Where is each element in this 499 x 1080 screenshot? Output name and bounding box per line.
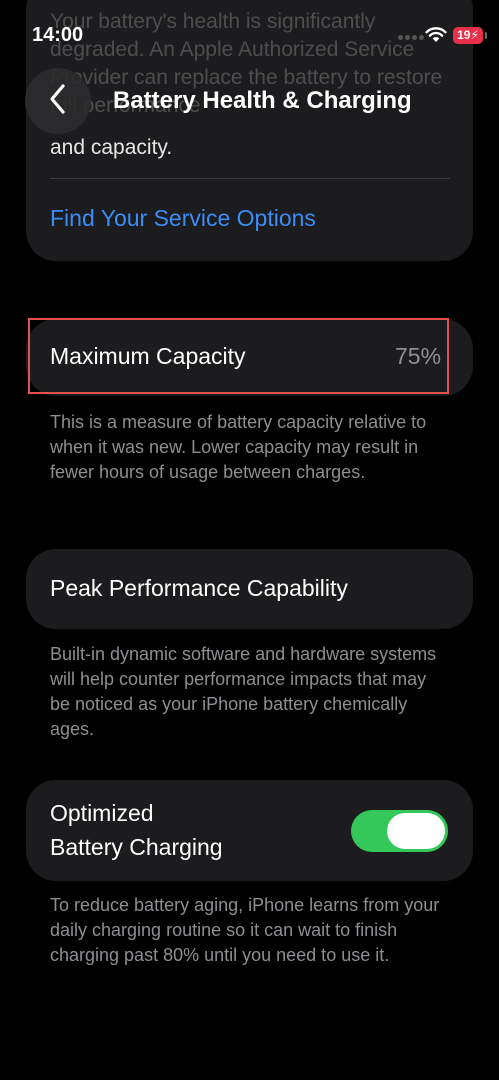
- card-divider: [50, 178, 450, 179]
- optimized-charging-toggle[interactable]: [351, 810, 448, 852]
- battery-level: 19: [457, 28, 471, 42]
- maximum-capacity-value: 75%: [395, 343, 442, 369]
- toggle-knob: [387, 813, 445, 849]
- status-time: 14:00: [32, 24, 84, 46]
- optimized-charging-label-line2: Battery Charging: [50, 834, 223, 860]
- find-service-options-link[interactable]: Find Your Service Options: [50, 205, 316, 232]
- page-title: Battery Health & Charging: [113, 87, 412, 114]
- back-button[interactable]: [25, 68, 91, 134]
- peak-performance-description: Built-in dynamic software and hardware s…: [50, 644, 437, 739]
- chevron-left-icon: [47, 83, 69, 120]
- maximum-capacity-description: This is a measure of battery capacity re…: [50, 412, 427, 482]
- optimized-charging-label-line1: Optimized: [50, 800, 154, 826]
- battery-icon: 19⚡: [453, 27, 487, 44]
- optimized-charging-description: To reduce battery aging, iPhone learns f…: [50, 895, 440, 965]
- service-message-end: and capacity.: [50, 136, 173, 159]
- signal-dots-icon: [398, 35, 424, 43]
- battery-health-page: Your battery's health is significantly d…: [0, 0, 499, 1080]
- peak-performance-label: Peak Performance Capability: [50, 575, 348, 601]
- maximum-capacity-label: Maximum Capacity: [50, 343, 246, 369]
- wifi-icon: [425, 25, 447, 43]
